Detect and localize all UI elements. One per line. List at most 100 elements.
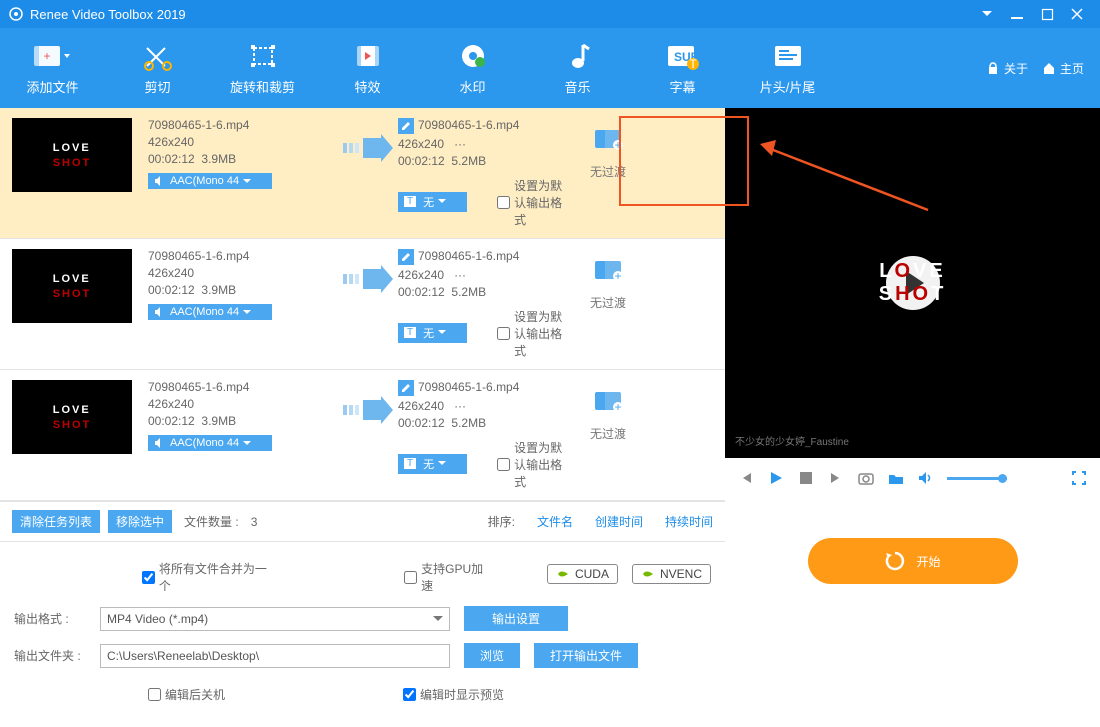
speaker-icon — [154, 176, 166, 186]
nvenc-badge: NVENC — [632, 564, 711, 584]
default-output-checkbox[interactable]: 设置为默认输出格式 — [497, 439, 568, 490]
svg-text:+: + — [43, 49, 50, 63]
tool-music[interactable]: 音乐 — [525, 28, 630, 108]
subtitle-select[interactable]: T无 — [398, 323, 467, 343]
audio-select[interactable]: AAC(Mono 44 — [148, 435, 272, 451]
svg-text:T: T — [689, 57, 697, 71]
player-controls — [725, 458, 1100, 498]
src-size: 3.9MB — [201, 152, 236, 166]
default-output-checkbox[interactable]: 设置为默认输出格式 — [497, 308, 568, 359]
watermark-icon — [458, 42, 488, 70]
merge-checkbox[interactable]: 将所有文件合并为一个 — [142, 560, 272, 594]
prev-button[interactable] — [737, 471, 755, 485]
edit-icon[interactable] — [398, 380, 414, 396]
svg-text:+: + — [614, 269, 621, 283]
start-button[interactable]: 开始 — [808, 538, 1018, 584]
edit-icon[interactable] — [398, 249, 414, 265]
preview-checkbox[interactable]: 编辑时显示预览 — [403, 686, 504, 703]
transition-button[interactable]: + 无过渡 — [568, 259, 648, 311]
preview-area: LOVESHOT 不少女的少女婷_Faustine — [725, 108, 1100, 458]
sort-name[interactable]: 文件名 — [537, 513, 573, 530]
play-control[interactable] — [767, 471, 785, 485]
task-row[interactable]: LOVESHOT 70980465-1-6.mp4 426x240 00:02:… — [0, 370, 725, 501]
dst-filename: 70980465-1-6.mp4 — [418, 249, 519, 263]
tool-effects[interactable]: 特效 — [315, 28, 420, 108]
transition-button[interactable]: + 无过渡 — [568, 390, 648, 442]
default-output-checkbox[interactable]: 设置为默认输出格式 — [497, 177, 568, 228]
svg-text:+: + — [614, 400, 621, 414]
edit-icon[interactable] — [398, 118, 414, 134]
file-count: 3 — [251, 515, 258, 529]
tool-cut[interactable]: 剪切 — [105, 28, 210, 108]
task-row[interactable]: LOVESHOT 70980465-1-6.mp4 426x240 00:02:… — [0, 239, 725, 370]
src-size: 3.9MB — [201, 283, 236, 297]
gpu-checkbox[interactable]: 支持GPU加速 — [404, 560, 490, 594]
dst-duration: 00:02:12 — [398, 416, 445, 430]
subtitle-select[interactable]: T无 — [398, 454, 467, 474]
cut-icon — [143, 42, 173, 70]
src-size: 3.9MB — [201, 414, 236, 428]
arrow-icon — [338, 267, 398, 291]
subtitle-select[interactable]: T无 — [398, 192, 467, 212]
intro-icon — [773, 44, 803, 68]
dst-size: 5.2MB — [451, 154, 486, 168]
transition-label: 无过渡 — [568, 425, 648, 442]
file-count-label: 文件数量 : — [184, 513, 239, 530]
dropdown-button[interactable] — [972, 0, 1002, 28]
audio-select[interactable]: AAC(Mono 44 — [148, 173, 272, 189]
browse-button[interactable]: 浏览 — [464, 643, 520, 668]
format-label: 输出格式 : — [14, 610, 86, 627]
sort-ctime[interactable]: 创建时间 — [595, 513, 643, 530]
tool-add-file[interactable]: + 添加文件 — [0, 28, 105, 108]
snapshot-button[interactable] — [857, 471, 875, 485]
tool-intro-outro[interactable]: 片头/片尾 — [735, 28, 840, 108]
dst-duration: 00:02:12 — [398, 154, 445, 168]
shutdown-checkbox[interactable]: 编辑后关机 — [148, 686, 225, 703]
effects-icon — [353, 42, 383, 70]
next-button[interactable] — [827, 471, 845, 485]
crop-icon — [248, 42, 278, 70]
tool-rotate-crop[interactable]: 旋转和裁剪 — [210, 28, 315, 108]
svg-text:+: + — [614, 138, 621, 152]
src-duration: 00:02:12 — [148, 283, 195, 297]
dst-size: 5.2MB — [451, 285, 486, 299]
transition-icon: + — [593, 128, 623, 153]
about-link[interactable]: 关于 — [986, 60, 1028, 77]
clear-list-button[interactable]: 清除任务列表 — [12, 510, 100, 533]
task-row[interactable]: LOVESHOT 70980465-1-6.mp4 426x240 00:02:… — [0, 108, 725, 239]
output-settings-button[interactable]: 输出设置 — [464, 606, 568, 631]
transition-button[interactable]: + 无过渡 — [568, 128, 648, 180]
left-panel: LOVESHOT 70980465-1-6.mp4 426x240 00:02:… — [0, 108, 725, 680]
stop-button[interactable] — [797, 472, 815, 484]
open-folder-button[interactable] — [887, 472, 905, 485]
speaker-icon — [154, 307, 166, 317]
open-dir-button[interactable]: 打开输出文件 — [534, 643, 638, 668]
home-link[interactable]: 主页 — [1042, 60, 1084, 77]
fullscreen-button[interactable] — [1070, 471, 1088, 485]
dst-resolution: 426x240 — [398, 268, 444, 282]
tool-watermark[interactable]: 水印 — [420, 28, 525, 108]
title-bar: Renee Video Toolbox 2019 — [0, 0, 1100, 28]
dst-filename: 70980465-1-6.mp4 — [418, 118, 519, 132]
dst-size: 5.2MB — [451, 416, 486, 430]
format-select[interactable]: MP4 Video (*.mp4) — [100, 607, 450, 631]
maximize-button[interactable] — [1032, 0, 1062, 28]
sort-label: 排序: — [488, 513, 515, 530]
cuda-badge: CUDA — [547, 564, 618, 584]
subtitle-icon: SUBT — [666, 42, 700, 70]
minimize-button[interactable] — [1002, 0, 1032, 28]
refresh-icon — [884, 550, 906, 572]
src-resolution: 426x240 — [148, 135, 338, 149]
src-resolution: 426x240 — [148, 266, 338, 280]
dir-input[interactable]: C:\Users\Reneelab\Desktop\ — [100, 644, 450, 668]
tool-subtitle[interactable]: SUBT 字幕 — [630, 28, 735, 108]
video-thumb: LOVESHOT — [12, 380, 132, 454]
remove-selected-button[interactable]: 移除选中 — [108, 510, 172, 533]
volume-button[interactable] — [917, 471, 935, 485]
output-options: 将所有文件合并为一个 支持GPU加速 CUDA NVENC 输出格式 : MP4… — [0, 542, 725, 727]
app-title: Renee Video Toolbox 2019 — [30, 7, 972, 22]
volume-slider[interactable] — [947, 477, 1007, 480]
audio-select[interactable]: AAC(Mono 44 — [148, 304, 272, 320]
sort-duration[interactable]: 持续时间 — [665, 513, 713, 530]
close-button[interactable] — [1062, 0, 1092, 28]
